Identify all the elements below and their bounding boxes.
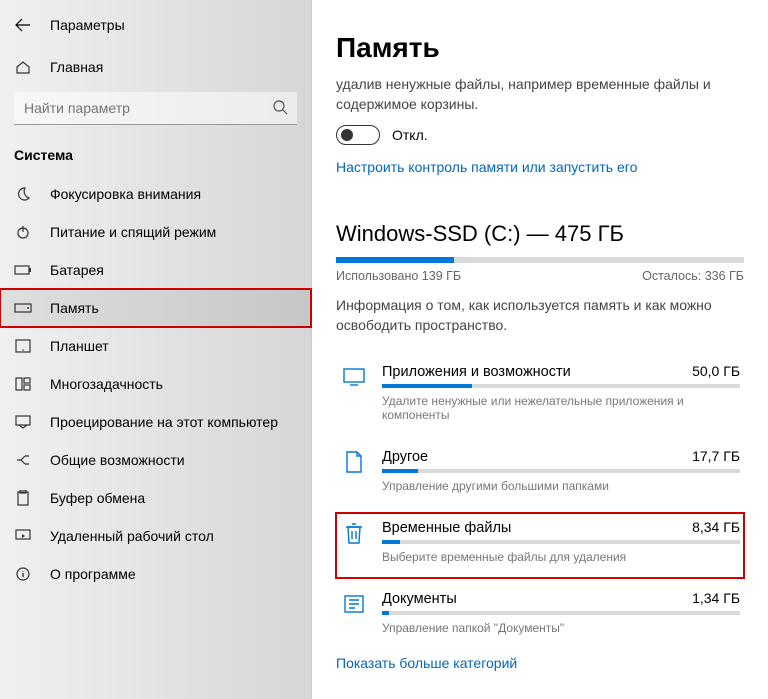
category-hint: Удалите ненужные или нежелательные прило… [382,394,740,422]
multitask-icon [14,375,32,393]
info-icon [14,565,32,583]
sidebar-item-shared[interactable]: Общие возможности [0,441,311,479]
sidebar-item-multitask[interactable]: Многозадачность [0,365,311,403]
category-name: Документы [382,591,457,607]
category-other[interactable]: Другое 17,7 ГБ Управление другими большими… [336,442,744,507]
category-bar [382,611,740,615]
category-bar [382,540,740,544]
project-icon [14,413,32,431]
search-box[interactable] [14,92,297,125]
monitor-icon [340,363,368,391]
moon-icon [14,185,32,203]
sidebar-item-label: Питание и спящий режим [50,224,216,240]
sidebar-group: Система [0,143,311,175]
power-icon [14,223,32,241]
toggle-label: Откл. [392,127,428,143]
sidebar-item-storage[interactable]: Память [0,289,311,327]
sidebar-item-label: Батарея [50,262,104,278]
category-size: 8,34 ГБ [692,519,740,535]
search-input[interactable] [14,92,297,125]
sidebar-item-label: Буфер обмена [50,490,145,506]
drive-usage-bar [336,257,744,263]
window-title: Параметры [50,17,125,33]
clipboard-icon [14,489,32,507]
sidebar-item-focus[interactable]: Фокусировка внимания [0,175,311,213]
used-label: Использовано 139 ГБ [336,269,461,283]
sidebar-item-about[interactable]: О программе [0,555,311,593]
category-hint: Управление другими большими папками [382,479,740,493]
home-icon [14,58,32,76]
sidebar-item-battery[interactable]: Батарея [0,251,311,289]
category-bar [382,384,740,388]
sidebar-item-label: Многозадачность [50,376,163,392]
trash-icon [340,519,368,547]
category-size: 1,34 ГБ [692,590,740,606]
category-name: Приложения и возможности [382,364,571,380]
sidebar-item-projecting[interactable]: Проецирование на этот компьютер [0,403,311,441]
category-documents[interactable]: Документы 1,34 ГБ Управление папкой "Докум… [336,584,744,649]
page-subtitle: удалив ненужные файлы, например временны… [336,74,736,115]
search-icon [271,98,289,116]
sidebar-item-label: Проецирование на этот компьютер [50,414,278,430]
show-more-link[interactable]: Показать больше категорий [336,655,517,671]
storage-icon [14,299,32,317]
tablet-icon [14,337,32,355]
storage-info: Информация о том, как используется памят… [336,295,744,336]
category-apps[interactable]: Приложения и возможности 50,0 ГБ Удалите н… [336,357,744,436]
free-label: Осталось: 336 ГБ [642,269,744,283]
category-size: 50,0 ГБ [692,363,740,379]
sidebar-item-label: Память [50,300,99,316]
category-name: Другое [382,449,428,465]
category-hint: Управление папкой "Документы" [382,621,740,635]
document-icon [340,590,368,618]
battery-icon [14,261,32,279]
category-hint: Выберите временные файлы для удаления [382,550,740,564]
category-bar [382,469,740,473]
category-size: 17,7 ГБ [692,448,740,464]
category-name: Временные файлы [382,520,511,536]
share-icon [14,451,32,469]
main-panel: Память удалив ненужные файлы, например в… [312,0,768,699]
remote-icon [14,527,32,545]
back-icon[interactable] [14,16,32,34]
sidebar-item-clipboard[interactable]: Буфер обмена [0,479,311,517]
storage-sense-toggle[interactable] [336,125,380,145]
drive-title: Windows-SSD (C:) — 475 ГБ [336,221,744,247]
sidebar-item-label: Удаленный рабочий стол [50,528,214,544]
sidebar-item-tablet[interactable]: Планшет [0,327,311,365]
sidebar-home[interactable]: Главная [0,48,311,86]
sidebar-item-remote[interactable]: Удаленный рабочий стол [0,517,311,555]
sidebar-item-label: Общие возможности [50,452,185,468]
configure-sense-link[interactable]: Настроить контроль памяти или запустить … [336,159,637,175]
sidebar-item-power[interactable]: Питание и спящий режим [0,213,311,251]
file-icon [340,448,368,476]
sidebar-item-label: Фокусировка внимания [50,186,201,202]
category-temp-files[interactable]: Временные файлы 8,34 ГБ Выберите временные… [336,513,744,578]
page-title: Память [336,32,744,64]
sidebar-item-label: Планшет [50,338,109,354]
sidebar-item-label: О программе [50,566,136,582]
sidebar-home-label: Главная [50,59,103,75]
sidebar: Параметры Главная Система Фокусировка вн… [0,0,312,699]
